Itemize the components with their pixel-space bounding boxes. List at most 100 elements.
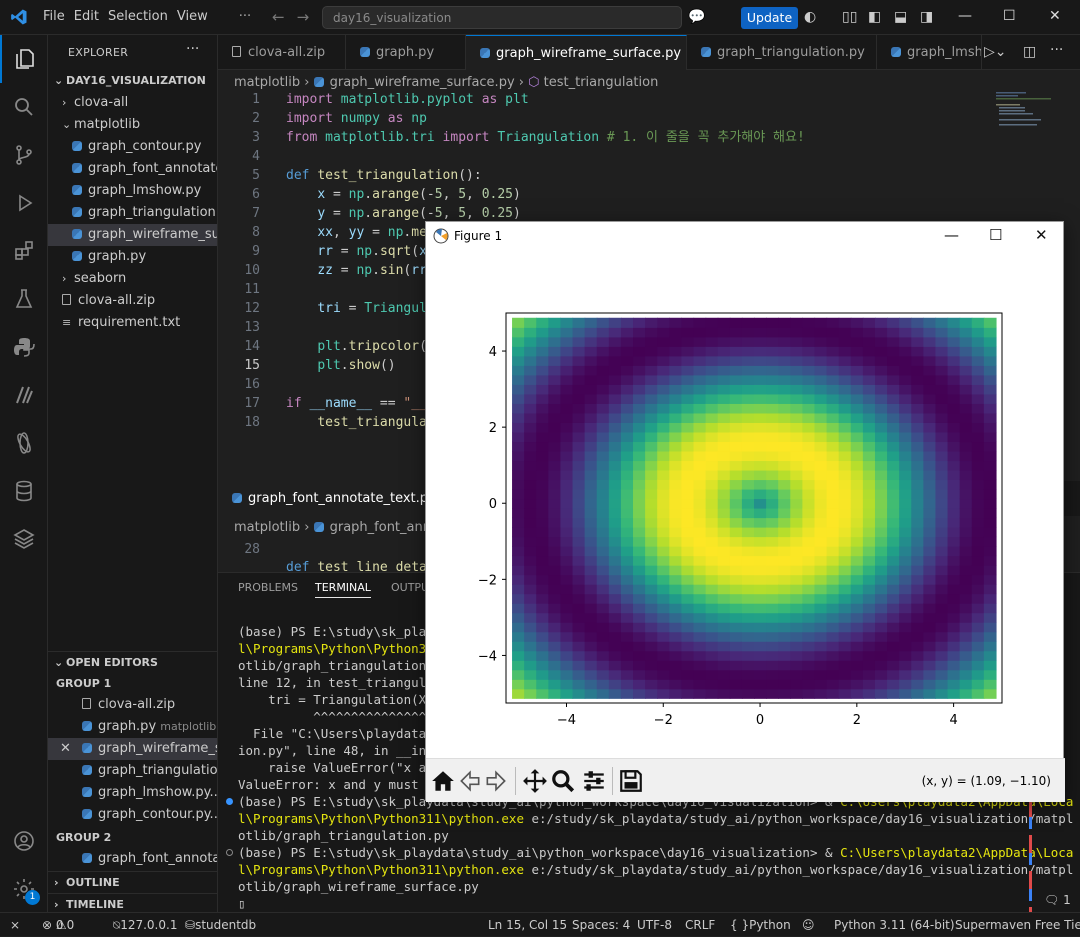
db-status[interactable]: ⛁ studentdb	[185, 913, 256, 937]
open-editors-header[interactable]: ⌄ OPEN EDITORS	[48, 651, 217, 673]
workspace-root[interactable]: ⌄ DAY16_VISUALIZATION	[48, 70, 217, 92]
breadcrumb-file[interactable]: graph_wireframe_surface.py	[330, 75, 515, 90]
tree-item[interactable]: › clova-all	[48, 92, 217, 114]
open-editor-item[interactable]: graph.py matplotlib	[48, 716, 217, 738]
tree-item[interactable]: graph_contour.py	[48, 136, 217, 158]
line-endings[interactable]: CRLF	[685, 913, 715, 937]
toggle-secondary-sidebar-icon[interactable]: ◨	[920, 9, 933, 25]
supermaven-status[interactable]: Supermaven Free Tier	[955, 913, 1080, 937]
tree-item[interactable]: graph_lmshow.py	[48, 180, 217, 202]
tree-item[interactable]: › seaborn	[48, 268, 217, 290]
breadcrumb-symbol[interactable]: test_triangulation	[544, 75, 659, 90]
open-editor-item[interactable]: graph_lmshow.py...	[48, 782, 217, 804]
host-status[interactable]: ⍉ 127.0.0.1	[113, 913, 177, 937]
explorer-more-button[interactable]: ···	[186, 41, 199, 57]
tree-item[interactable]: graph_wireframe_sur...	[48, 224, 217, 246]
toggle-panel-icon[interactable]: ⬓	[894, 9, 907, 25]
tree-item[interactable]: graph.py	[48, 246, 217, 268]
encoding[interactable]: UTF-8	[637, 913, 672, 937]
python-interpreter[interactable]: Python 3.11 (64-bit)	[834, 913, 955, 937]
command-running-dot[interactable]	[226, 849, 233, 856]
back-icon[interactable]	[457, 768, 483, 794]
save-icon[interactable]	[618, 768, 644, 794]
command-center-search[interactable]: day16_visualization	[322, 6, 682, 29]
tab-graph-triangulation[interactable]: graph_triangulation.py	[687, 35, 877, 70]
tree-item[interactable]: graph_triangulation.py	[48, 202, 217, 224]
open-editor-item[interactable]: graph_font_annota...	[48, 848, 217, 870]
menu-file[interactable]: File	[43, 9, 74, 24]
ports-icon[interactable]: 🗨 1	[1044, 893, 1071, 907]
remote-icon[interactable]: ⨯	[10, 913, 20, 937]
tab-graph-wireframe-surface[interactable]: graph_wireframe_surface.py✕	[466, 35, 687, 70]
copilot-icon[interactable]: ☺	[802, 913, 815, 937]
copilot-chat-icon[interactable]: 💬	[688, 9, 705, 25]
language-mode[interactable]: { } Python	[730, 913, 791, 937]
testing-icon[interactable]	[0, 275, 48, 323]
menu-more[interactable]: ···	[239, 9, 260, 24]
tree-item[interactable]: ≡ requirement.txt	[48, 312, 217, 334]
split-editor-icon[interactable]: ◫	[1023, 44, 1036, 60]
tree-item[interactable]: ⌄ matplotlib	[48, 114, 217, 136]
run-debug-icon[interactable]	[0, 179, 48, 227]
close-icon[interactable]: ✕	[1049, 8, 1061, 24]
configure-icon[interactable]	[581, 768, 607, 794]
open-editor-item[interactable]: graph_contour.py...	[48, 804, 217, 826]
atom-icon[interactable]	[0, 419, 48, 467]
forward-arrow-icon[interactable]: →	[297, 8, 322, 26]
layout-toggle-icon[interactable]: ▯▯	[842, 9, 857, 25]
breadcrumb-folder[interactable]: matplotlib	[234, 75, 300, 90]
menu-edit[interactable]: Edit	[74, 9, 108, 24]
tab-graph-font-annotate-text[interactable]: graph_font_annotate_text.py	[218, 481, 428, 516]
indentation[interactable]: Spaces: 4	[572, 913, 630, 937]
timeline-header[interactable]: › TIMELINE	[48, 893, 217, 912]
cursor-position[interactable]: Ln 15, Col 15	[488, 913, 567, 937]
zoom-icon[interactable]	[550, 768, 576, 794]
extensions-icon[interactable]	[0, 227, 48, 275]
figure-maximize-icon[interactable]: ☐	[989, 226, 1002, 244]
open-editor-item[interactable]: graph_triangulatio...	[48, 760, 217, 782]
toggle-sidebar-icon[interactable]: ◧	[868, 9, 881, 25]
tab-graph-py[interactable]: graph.py	[346, 35, 466, 70]
open-editor-item[interactable]: ✕graph_wireframe_s...	[48, 738, 217, 760]
figure-minimize-icon[interactable]: —	[944, 226, 959, 244]
tab-output[interactable]: OUTPU	[391, 581, 429, 594]
tab-clova-all-zip[interactable]: clova-all.zip	[218, 35, 346, 70]
tree-item[interactable]: clova-all.zip	[48, 290, 217, 312]
layers-icon[interactable]	[0, 515, 48, 563]
search-icon[interactable]	[0, 83, 48, 131]
back-arrow-icon[interactable]: ←	[272, 8, 297, 26]
problems-status[interactable]: ⊗ 0 ⚠ 0	[42, 913, 74, 937]
plot-canvas[interactable]: −4 −2 0 2 4420−2−4	[426, 250, 1063, 758]
pan-icon[interactable]	[522, 768, 548, 794]
command-success-dot[interactable]	[226, 798, 233, 805]
accounts-icon[interactable]: ◐	[804, 9, 816, 25]
forward-icon[interactable]	[483, 768, 509, 794]
tree-item[interactable]: graph_font_annotate...	[48, 158, 217, 180]
menu-view[interactable]: View	[177, 9, 217, 24]
heatmap-cell	[512, 441, 525, 452]
breadcrumb-file[interactable]: graph_font_anno	[330, 520, 439, 535]
minimap[interactable]	[996, 90, 1056, 130]
breadcrumb-folder[interactable]: matplotlib	[234, 520, 300, 535]
menu-selection[interactable]: Selection	[108, 9, 177, 24]
supermaven-icon[interactable]	[0, 371, 48, 419]
update-button[interactable]: Update	[741, 7, 798, 29]
database-icon[interactable]	[0, 467, 48, 515]
tab-terminal[interactable]: TERMINAL	[315, 581, 371, 598]
open-editor-item[interactable]: clova-all.zip	[48, 694, 217, 716]
python-icon[interactable]	[0, 323, 48, 371]
tab-graph-lmshow[interactable]: graph_lmsho	[877, 35, 982, 70]
run-file-icon[interactable]: ▷⌄	[984, 44, 1007, 60]
editor-more-icon[interactable]: ···	[1050, 42, 1063, 58]
account-icon[interactable]	[0, 817, 48, 865]
close-editor-icon[interactable]: ✕	[60, 738, 71, 760]
minimize-icon[interactable]: —	[958, 8, 972, 24]
tab-problems[interactable]: PROBLEMS	[238, 581, 298, 594]
figure-close-icon[interactable]: ✕	[1035, 226, 1048, 244]
outline-header[interactable]: › OUTLINE	[48, 871, 217, 893]
maximize-icon[interactable]: ☐	[1003, 8, 1016, 24]
explorer-icon[interactable]	[0, 35, 48, 83]
home-icon[interactable]	[430, 768, 456, 794]
source-control-icon[interactable]	[0, 131, 48, 179]
settings-gear-icon[interactable]	[0, 865, 48, 913]
